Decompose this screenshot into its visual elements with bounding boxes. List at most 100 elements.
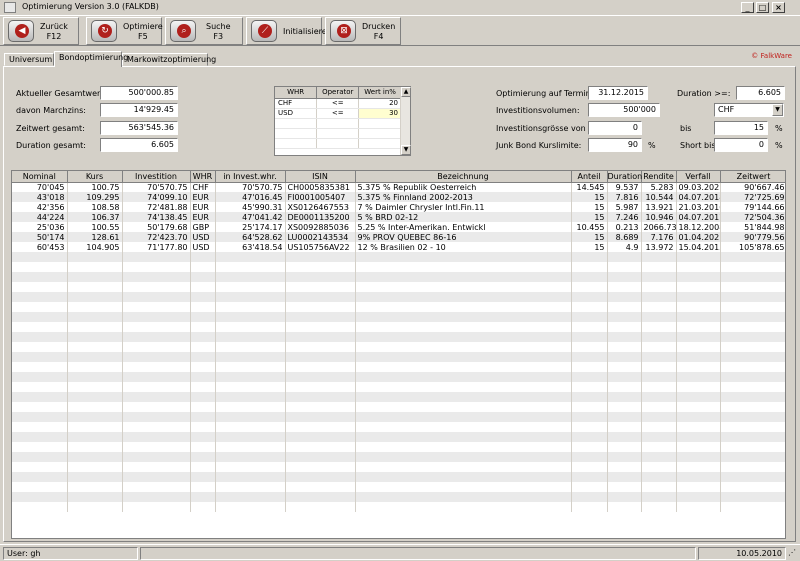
table-cell[interactable] [122, 312, 191, 322]
table-cell[interactable] [67, 492, 123, 502]
table-cell[interactable] [607, 332, 642, 342]
table-cell[interactable] [571, 302, 608, 312]
table-row[interactable] [12, 342, 785, 352]
table-cell[interactable] [12, 422, 68, 432]
table-cell[interactable] [67, 462, 123, 472]
table-cell[interactable] [215, 482, 286, 492]
table-cell[interactable] [190, 302, 216, 312]
table-cell[interactable] [285, 382, 356, 392]
table-cell[interactable]: XS0126467553 [285, 202, 356, 212]
table-cell[interactable] [355, 302, 572, 312]
table-cell[interactable] [285, 392, 356, 402]
table-cell[interactable]: 5.375 % Republik Oesterreich [355, 182, 572, 192]
table-cell[interactable]: 42'356 [12, 202, 68, 212]
table-cell[interactable] [215, 402, 286, 412]
table-cell[interactable] [215, 272, 286, 282]
table-cell[interactable] [676, 452, 721, 462]
table-cell[interactable]: 7.176 [641, 232, 677, 242]
table-cell[interactable] [215, 422, 286, 432]
table-row[interactable] [12, 312, 785, 322]
table-cell[interactable] [67, 322, 123, 332]
table-row[interactable] [12, 402, 785, 412]
table-cell[interactable] [607, 362, 642, 372]
table-row[interactable] [12, 412, 785, 422]
table-cell[interactable] [285, 282, 356, 292]
table-row[interactable] [12, 362, 785, 372]
table-cell[interactable] [720, 452, 785, 462]
table-cell[interactable] [285, 452, 356, 462]
table-cell[interactable] [607, 282, 642, 292]
table-cell[interactable] [607, 292, 642, 302]
table-cell[interactable] [355, 332, 572, 342]
table-cell[interactable] [215, 382, 286, 392]
table-cell[interactable] [720, 252, 785, 262]
table-row[interactable] [12, 442, 785, 452]
table-cell[interactable]: EUR [190, 202, 216, 212]
table-cell[interactable] [122, 392, 191, 402]
table-cell[interactable]: 43'018 [12, 192, 68, 202]
table-cell[interactable] [355, 462, 572, 472]
table-cell[interactable] [190, 402, 216, 412]
table-cell[interactable] [12, 382, 68, 392]
tab-universum[interactable]: Universum [4, 53, 54, 66]
table-cell[interactable] [12, 322, 68, 332]
grid-col-header[interactable]: Verfall [676, 171, 721, 183]
table-cell[interactable] [67, 452, 123, 462]
table-cell[interactable]: DE0001135200 [285, 212, 356, 222]
table-cell[interactable]: 5 % BRD 02-12 [355, 212, 572, 222]
table-cell[interactable] [607, 272, 642, 282]
table-cell[interactable] [720, 492, 785, 502]
table-cell[interactable]: 105'878.65 [720, 242, 785, 252]
table-cell[interactable] [215, 292, 286, 302]
table-cell[interactable] [285, 462, 356, 472]
table-cell[interactable] [215, 352, 286, 362]
table-cell[interactable]: 64'528.62 [215, 232, 286, 242]
table-cell[interactable]: 104.905 [67, 242, 123, 252]
table-cell[interactable] [355, 322, 572, 332]
table-cell[interactable] [215, 342, 286, 352]
table-cell[interactable] [676, 482, 721, 492]
table-cell[interactable] [571, 382, 608, 392]
table-cell[interactable] [355, 342, 572, 352]
table-cell[interactable] [285, 442, 356, 452]
table-cell[interactable] [190, 352, 216, 362]
table-cell[interactable] [67, 252, 123, 262]
table-cell[interactable] [215, 472, 286, 482]
table-cell[interactable] [607, 372, 642, 382]
col-value[interactable]: Wert in% [358, 87, 402, 99]
table-cell[interactable]: 25'036 [12, 222, 68, 232]
table-cell[interactable] [355, 472, 572, 482]
table-cell[interactable] [720, 482, 785, 492]
table-row[interactable] [12, 492, 785, 502]
table-cell[interactable] [355, 372, 572, 382]
table-cell[interactable] [12, 332, 68, 342]
table-cell[interactable]: 0.213 [607, 222, 642, 232]
accrued-interest-field[interactable]: 14'929.45 [100, 103, 178, 117]
table-cell[interactable] [215, 492, 286, 502]
table-cell[interactable] [676, 422, 721, 432]
table-cell[interactable] [676, 472, 721, 482]
table-cell[interactable] [641, 352, 677, 362]
table-cell[interactable]: 128.61 [67, 232, 123, 242]
table-cell[interactable]: 70'570.75 [122, 182, 191, 192]
table-cell[interactable] [571, 482, 608, 492]
table-cell[interactable] [190, 252, 216, 262]
table-cell[interactable] [676, 252, 721, 262]
table-cell[interactable] [571, 372, 608, 382]
table-cell[interactable]: 09.03.2021 [676, 182, 721, 192]
table-cell[interactable] [720, 502, 785, 512]
table-cell[interactable] [12, 462, 68, 472]
table-cell[interactable] [285, 322, 356, 332]
table-cell[interactable] [67, 352, 123, 362]
table-cell[interactable]: 60'453 [12, 242, 68, 252]
table-cell[interactable] [355, 452, 572, 462]
grid-col-header[interactable]: Bezeichnung [355, 171, 572, 183]
duration-min-field[interactable]: 6.605 [736, 86, 785, 100]
time-value-field[interactable]: 563'545.36 [100, 121, 178, 135]
table-cell[interactable] [285, 412, 356, 422]
table-cell[interactable] [720, 272, 785, 282]
table-cell[interactable]: 51'844.98 [720, 222, 785, 232]
table-cell[interactable] [122, 322, 191, 332]
table-cell[interactable] [641, 452, 677, 462]
table-cell[interactable] [190, 312, 216, 322]
